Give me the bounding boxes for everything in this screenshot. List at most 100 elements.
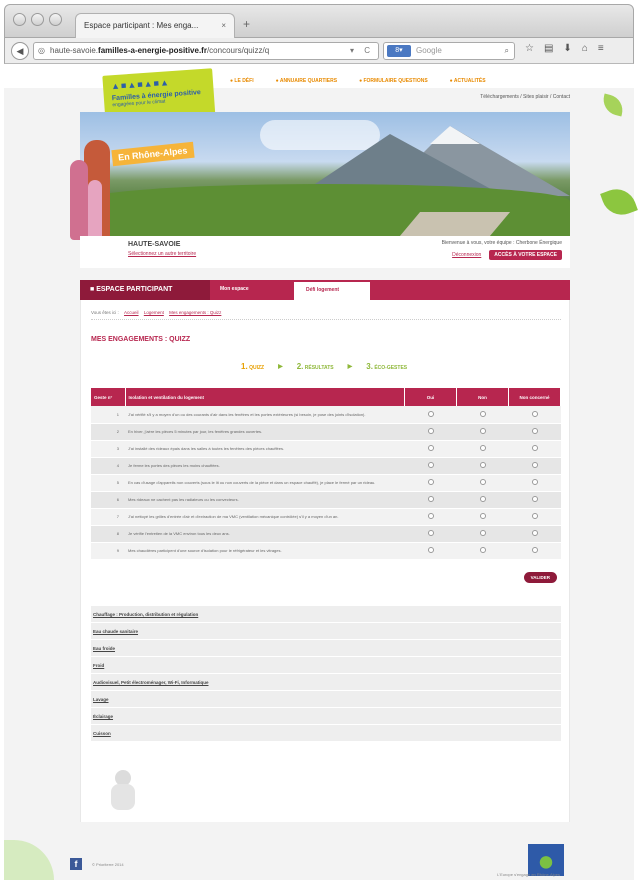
radio-no[interactable]: [479, 530, 486, 536]
radio-unconcerned[interactable]: [531, 496, 538, 502]
window-controls: [13, 13, 62, 26]
quiz-option-cell: [456, 542, 509, 560]
address-bar[interactable]: ◎ haute-savoie.familles-a-energie-positi…: [33, 42, 379, 60]
radio-yes[interactable]: [427, 445, 434, 451]
quiz-option-cell: [404, 525, 457, 543]
quiz-row-number: 1: [91, 406, 125, 424]
menu-icon[interactable]: ≡: [598, 43, 604, 54]
titlebar: Espace participant : Mes enga... × +: [4, 4, 634, 39]
search-placeholder: Google: [416, 46, 442, 55]
nav-annuaire[interactable]: ANNUAIRE QUARTIERS: [276, 78, 337, 84]
radio-unconcerned[interactable]: [531, 445, 538, 451]
category-cuisson[interactable]: Cuisson: [91, 725, 561, 742]
category-froid[interactable]: Froid: [91, 657, 561, 674]
quiz-option-cell: [508, 406, 561, 424]
family-child: [88, 180, 102, 244]
quiz-row: 1 J'ai vérifié s'il y a moyen d'un ou des…: [91, 406, 561, 424]
category-chauffage[interactable]: Chauffage : Production, distribution et …: [91, 606, 561, 623]
reload-icon[interactable]: C: [364, 46, 370, 55]
radio-yes[interactable]: [427, 462, 434, 468]
quiz-row-question: Mes chaudières participent d'une source …: [125, 542, 405, 560]
radio-no[interactable]: [479, 479, 486, 485]
category-lavage[interactable]: Lavage: [91, 691, 561, 708]
home-icon[interactable]: ⌂: [582, 43, 588, 54]
radio-yes[interactable]: [427, 428, 434, 434]
new-tab-icon[interactable]: +: [243, 17, 250, 31]
radio-no[interactable]: [479, 462, 486, 468]
category-audiovisuel[interactable]: Audiovisuel, Petit électroménager, Wi-Fi…: [91, 674, 561, 691]
radio-no[interactable]: [479, 513, 486, 519]
radio-no[interactable]: [479, 410, 486, 417]
quiz-option-cell: [508, 457, 561, 475]
change-region-link[interactable]: Sélectionnez un autre territoire: [128, 251, 196, 257]
browser-toolbar: ◀ ◎ haute-savoie.familles-a-energie-posi…: [4, 38, 634, 64]
tab-defi-logement[interactable]: Défi logement: [294, 282, 370, 300]
radio-unconcerned[interactable]: [531, 428, 538, 434]
search-bar[interactable]: 8▾ Google ⌕: [383, 42, 515, 60]
download-icon[interactable]: ⬇: [563, 43, 571, 54]
breadcrumb-accueil[interactable]: Accueil: [124, 310, 139, 315]
category-eau-froide[interactable]: Eau froide: [91, 640, 561, 657]
breadcrumb-logement[interactable]: Logement: [144, 310, 164, 315]
nav-formulaire[interactable]: FORMULAIRE QUESTIONS: [359, 78, 427, 84]
header-yes: Oui: [404, 388, 457, 406]
radio-yes[interactable]: [427, 479, 434, 485]
quiz-table: Geste n° Isolation et ventilation du log…: [91, 388, 561, 560]
quiz-option-cell: [404, 542, 457, 560]
minimize-window-button[interactable]: [31, 13, 44, 26]
logout-link[interactable]: Déconnexion: [452, 252, 481, 258]
category-eau-chaude[interactable]: Eau chaude sanitaire: [91, 623, 561, 640]
radio-yes[interactable]: [427, 547, 434, 553]
radio-unconcerned[interactable]: [531, 479, 538, 485]
account-button[interactable]: ACCÈS À VOTRE ESPACE: [489, 250, 562, 260]
quiz-option-cell: [404, 508, 457, 526]
radio-unconcerned[interactable]: [531, 530, 538, 536]
quiz-option-cell: [508, 474, 561, 492]
step-2: 2. RÉSULTATS: [297, 362, 334, 371]
radio-unconcerned[interactable]: [531, 462, 538, 468]
close-tab-icon[interactable]: ×: [221, 21, 226, 30]
secondary-navigation[interactable]: Téléchargements / Sites plaisir / Contac…: [480, 94, 570, 100]
quiz-row-number: 8: [91, 525, 125, 543]
quiz-row: 8 Je vérifie l'entretien de la VMC enviro…: [91, 525, 561, 543]
facebook-icon[interactable]: f: [70, 858, 82, 870]
quiz-option-cell: [404, 423, 457, 441]
radio-no[interactable]: [479, 428, 486, 434]
category-eclairage[interactable]: Éclairage: [91, 708, 561, 725]
zoom-window-button[interactable]: [49, 13, 62, 26]
radio-no[interactable]: [479, 547, 486, 553]
radio-no[interactable]: [479, 496, 486, 502]
search-icon[interactable]: ⌕: [505, 46, 509, 56]
tab-mon-espace[interactable]: Mon espace: [220, 286, 249, 292]
radio-yes[interactable]: [427, 530, 434, 536]
quiz-row: 9 Mes chaudières participent d'une source…: [91, 542, 561, 560]
region-name: HAUTE-SAVOIE: [128, 241, 181, 248]
validate-button[interactable]: VALIDER: [523, 572, 557, 583]
radio-unconcerned[interactable]: [531, 410, 538, 417]
back-icon[interactable]: ◀: [11, 42, 29, 60]
bookmark-star-icon[interactable]: ☆: [525, 43, 534, 54]
radio-yes[interactable]: [427, 496, 434, 502]
quiz-option-cell: [456, 423, 509, 441]
nav-defi[interactable]: LE DÉFI: [230, 78, 253, 84]
quiz-row-question: J'ai installé des rideaux épais dans les…: [125, 440, 405, 458]
header-question: Isolation et ventilation du logement: [125, 388, 405, 406]
breadcrumb-current[interactable]: Mes engagements : Quizz: [169, 310, 221, 315]
radio-yes[interactable]: [427, 513, 434, 519]
nav-actualites[interactable]: ACTUALITÉS: [450, 78, 486, 84]
dropdown-arrow-icon[interactable]: ▾: [350, 46, 354, 55]
radio-unconcerned[interactable]: [531, 547, 538, 553]
radio-unconcerned[interactable]: [531, 513, 538, 519]
close-window-button[interactable]: [13, 13, 26, 26]
radio-yes[interactable]: [427, 410, 434, 417]
search-engine-icon[interactable]: 8▾: [387, 45, 411, 57]
header-num: Geste n°: [91, 388, 126, 406]
browser-tab[interactable]: Espace participant : Mes enga... ×: [75, 13, 235, 39]
quiz-option-cell: [456, 491, 509, 509]
quiz-row-question: J'ai nettoyé les grilles d'entrée d'air …: [125, 508, 405, 526]
step-label: ÉCO-GESTES: [374, 365, 408, 371]
bookmarks-icon[interactable]: ▤: [544, 43, 553, 54]
footer-right-text: L'Europe s'engage en Rhône-Alpes: [497, 872, 560, 877]
radio-no[interactable]: [479, 445, 486, 451]
quiz-option-cell: [508, 423, 561, 441]
